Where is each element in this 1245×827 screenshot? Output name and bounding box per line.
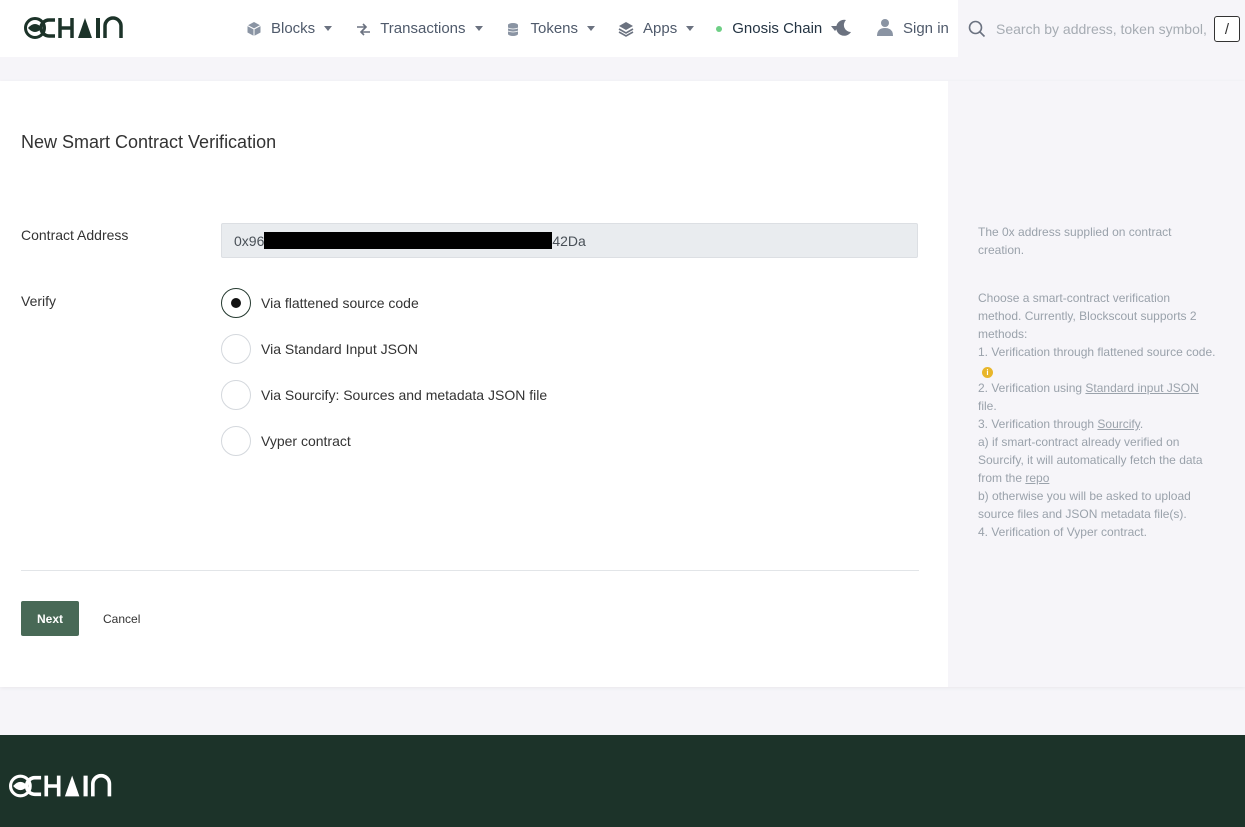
verify-help-item-3b: b) otherwise you will be asked to upload… — [978, 489, 1191, 521]
radio-option-label: Via Standard Input JSON — [261, 341, 418, 357]
radio-option-flattened[interactable]: Via flattened source code — [221, 288, 419, 318]
contract-address-label: Contract Address — [21, 227, 129, 243]
verify-help-item-1: 1. Verification through flattened source… — [978, 343, 1216, 379]
radio-option-standard-json[interactable]: Via Standard Input JSON — [221, 334, 418, 364]
search-icon — [968, 20, 986, 38]
help-sidebar: The 0x address supplied on contract crea… — [948, 81, 1245, 687]
form-divider — [21, 570, 919, 571]
chevron-down-icon — [324, 26, 333, 31]
nav-apps-label: Apps — [643, 20, 678, 37]
cancel-button[interactable]: Cancel — [103, 601, 140, 636]
page-title: New Smart Contract Verification — [21, 132, 277, 152]
verify-help-intro: Choose a smart-contract verification met… — [978, 291, 1197, 341]
contract-address-field[interactable]: 0x96 42Da — [221, 223, 918, 258]
chain-logo-icon — [9, 773, 112, 798]
verify-help-item-3-text: 3. Verification through — [978, 417, 1098, 431]
radio-option-label: Via flattened source code — [261, 295, 419, 311]
nav-transactions-label: Transactions — [380, 20, 466, 37]
verify-help-item-3a-text: a) if smart-contract already verified on… — [978, 435, 1203, 485]
network-selector[interactable]: Gnosis Chain — [716, 20, 840, 37]
radio-option-label: Via Sourcify: Sources and metadata JSON … — [261, 387, 548, 403]
nav-tokens-label: Tokens — [530, 20, 579, 37]
moon-icon[interactable] — [833, 18, 853, 38]
sign-in-label: Sign in — [903, 20, 949, 37]
verification-form: New Smart Contract Verification Contract… — [0, 81, 948, 687]
nav-apps[interactable]: Apps — [617, 20, 695, 38]
main-nav: Blocks Transactions Tokens Apps Gnosis C… — [245, 0, 861, 57]
verification-card: New Smart Contract Verification Contract… — [0, 81, 1245, 687]
radio-option-vyper[interactable]: Vyper contract — [221, 426, 351, 456]
verify-help-item-1-text: 1. Verification through flattened source… — [978, 345, 1216, 359]
verify-help-item-4: 4. Verification of Vyper contract. — [978, 525, 1147, 539]
verify-help-item-3: 3. Verification through Sourcify. — [978, 415, 1216, 433]
verify-help-text: Choose a smart-contract verification met… — [978, 289, 1216, 541]
radio-button[interactable] — [221, 380, 251, 410]
chevron-down-icon — [587, 26, 596, 31]
repo-link[interactable]: repo — [1025, 471, 1049, 485]
cube-icon — [245, 20, 263, 38]
address-redaction — [264, 232, 553, 249]
chevron-down-icon — [474, 26, 483, 31]
nav-blocks[interactable]: Blocks — [245, 20, 333, 38]
verify-help-item-3a: a) if smart-contract already verified on… — [978, 433, 1216, 487]
arrows-swap-icon — [354, 20, 372, 38]
chain-logo[interactable] — [24, 14, 138, 42]
network-status-dot — [716, 25, 723, 32]
info-icon[interactable]: i — [982, 367, 993, 378]
nav-blocks-label: Blocks — [271, 20, 316, 37]
search-input[interactable] — [996, 20, 1206, 37]
nav-tokens[interactable]: Tokens — [505, 20, 596, 38]
address-help-text: The 0x address supplied on contract crea… — [978, 225, 1172, 257]
top-navbar: Blocks Transactions Tokens Apps Gnosis C… — [0, 0, 1245, 57]
verify-help-item-2: 2. Verification using Standard input JSO… — [978, 379, 1216, 415]
verify-label: Verify — [21, 293, 57, 309]
radio-option-label: Vyper contract — [261, 433, 351, 449]
user-icon — [876, 18, 894, 40]
nav-transactions[interactable]: Transactions — [354, 20, 483, 38]
search-shortcut-key: / — [1214, 16, 1240, 42]
radio-button[interactable] — [221, 334, 251, 364]
sourcify-link[interactable]: Sourcify — [1097, 417, 1139, 431]
radio-option-sourcify[interactable]: Via Sourcify: Sources and metadata JSON … — [221, 380, 547, 410]
footer — [0, 735, 1245, 827]
network-label: Gnosis Chain — [732, 20, 823, 37]
standard-json-link[interactable]: Standard input JSON — [1085, 381, 1198, 395]
verify-help-item-3-end: . — [1139, 417, 1144, 431]
radio-button[interactable] — [221, 426, 251, 456]
footer-chain-logo[interactable] — [9, 773, 127, 804]
coins-stack-icon — [505, 20, 523, 38]
search-bar: / — [958, 0, 1245, 57]
chain-logo-icon — [24, 16, 123, 39]
address-prefix: 0x96 — [234, 232, 265, 249]
verify-help-item-2-end: file. — [978, 399, 997, 413]
next-button[interactable]: Next — [21, 601, 79, 636]
verify-help-item-2-text: 2. Verification using — [978, 381, 1086, 395]
address-suffix: 42Da — [552, 232, 586, 249]
layers-icon — [617, 20, 635, 38]
sign-in-button[interactable]: Sign in — [876, 0, 949, 57]
radio-button-checked[interactable] — [221, 288, 251, 318]
chevron-down-icon — [686, 26, 695, 31]
